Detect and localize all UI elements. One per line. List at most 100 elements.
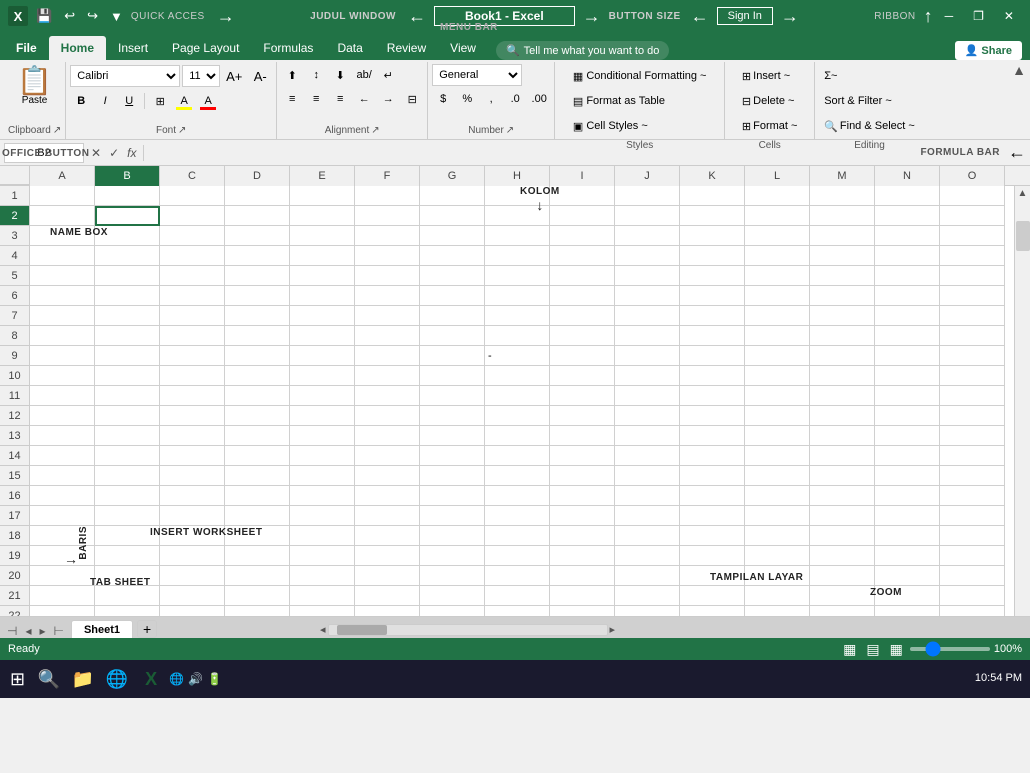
cell-E5[interactable]	[290, 266, 355, 286]
cell-D21[interactable]	[225, 586, 290, 606]
cell-D20[interactable]	[225, 566, 290, 586]
cell-F10[interactable]	[355, 366, 420, 386]
cell-H9[interactable]: -	[485, 346, 550, 366]
font-expand-btn[interactable]: ↗	[178, 125, 186, 136]
cell-F12[interactable]	[355, 406, 420, 426]
cell-I6[interactable]	[550, 286, 615, 306]
cell-M6[interactable]	[810, 286, 875, 306]
cell-D17[interactable]	[225, 506, 290, 526]
cell-L9[interactable]	[745, 346, 810, 366]
cell-I22[interactable]	[550, 606, 615, 616]
cell-N19[interactable]	[875, 546, 940, 566]
cell-J4[interactable]	[615, 246, 680, 266]
cell-E16[interactable]	[290, 486, 355, 506]
cell-H18[interactable]	[485, 526, 550, 546]
cell-M20[interactable]	[810, 566, 875, 586]
cell-B7[interactable]	[95, 306, 160, 326]
cell-H17[interactable]	[485, 506, 550, 526]
cell-M9[interactable]	[810, 346, 875, 366]
cell-H6[interactable]	[485, 286, 550, 306]
cell-D5[interactable]	[225, 266, 290, 286]
cell-D3[interactable]	[225, 226, 290, 246]
tab-next-button[interactable]: ▸	[36, 624, 48, 638]
col-header-F[interactable]: F	[355, 166, 420, 186]
col-header-G[interactable]: G	[420, 166, 485, 186]
restore-button[interactable]: ❐	[965, 7, 992, 25]
cell-D7[interactable]	[225, 306, 290, 326]
cell-G14[interactable]	[420, 446, 485, 466]
cell-A22[interactable]	[30, 606, 95, 616]
cell-H7[interactable]	[485, 306, 550, 326]
col-header-M[interactable]: M	[810, 166, 875, 186]
cell-A4[interactable]	[30, 246, 95, 266]
cell-A12[interactable]	[30, 406, 95, 426]
cell-J11[interactable]	[615, 386, 680, 406]
page-layout-view-button[interactable]: ▤	[863, 641, 882, 658]
cell-C1[interactable]	[160, 186, 225, 206]
cell-H10[interactable]	[485, 366, 550, 386]
close-button[interactable]: ✕	[996, 7, 1022, 25]
cell-E21[interactable]	[290, 586, 355, 606]
cell-A9[interactable]	[30, 346, 95, 366]
cell-D12[interactable]	[225, 406, 290, 426]
row-header-8[interactable]: 8	[0, 326, 29, 346]
cell-B16[interactable]	[95, 486, 160, 506]
cell-L2[interactable]	[745, 206, 810, 226]
col-header-J[interactable]: J	[615, 166, 680, 186]
cell-I20[interactable]	[550, 566, 615, 586]
cell-K15[interactable]	[680, 466, 745, 486]
cell-L7[interactable]	[745, 306, 810, 326]
tab-page-layout[interactable]: Page Layout	[160, 36, 251, 60]
cell-B5[interactable]	[95, 266, 160, 286]
cell-E12[interactable]	[290, 406, 355, 426]
zoom-slider[interactable]	[910, 647, 990, 651]
cell-F19[interactable]	[355, 546, 420, 566]
start-button[interactable]: ⊞	[4, 669, 31, 690]
row-header-10[interactable]: 10	[0, 366, 29, 386]
cell-D6[interactable]	[225, 286, 290, 306]
cell-K20[interactable]	[680, 566, 745, 586]
cell-C2[interactable]	[160, 206, 225, 226]
cell-I1[interactable]	[550, 186, 615, 206]
row-header-11[interactable]: 11	[0, 386, 29, 406]
cell-F6[interactable]	[355, 286, 420, 306]
col-header-C[interactable]: C	[160, 166, 225, 186]
row-header-6[interactable]: 6	[0, 286, 29, 306]
cell-E3[interactable]	[290, 226, 355, 246]
cell-D22[interactable]	[225, 606, 290, 616]
cell-N22[interactable]	[875, 606, 940, 616]
cell-G12[interactable]	[420, 406, 485, 426]
add-sheet-button[interactable]: +	[137, 620, 157, 638]
cell-J2[interactable]	[615, 206, 680, 226]
cell-I3[interactable]	[550, 226, 615, 246]
cell-J6[interactable]	[615, 286, 680, 306]
cell-G17[interactable]	[420, 506, 485, 526]
h-scroll-left-button[interactable]: ◂	[320, 623, 326, 636]
signin-button[interactable]: Sign In	[717, 7, 773, 25]
alignment-expand-btn[interactable]: ↗	[371, 125, 379, 136]
borders-button[interactable]: ⊞	[149, 90, 171, 112]
cell-O10[interactable]	[940, 366, 1005, 386]
cell-O16[interactable]	[940, 486, 1005, 506]
comma-button[interactable]: ,	[480, 88, 502, 110]
cell-O13[interactable]	[940, 426, 1005, 446]
cell-G22[interactable]	[420, 606, 485, 616]
cell-D2[interactable]	[225, 206, 290, 226]
cell-G1[interactable]	[420, 186, 485, 206]
share-button[interactable]: 👤 Share	[955, 41, 1022, 60]
cell-G8[interactable]	[420, 326, 485, 346]
number-format-select[interactable]: General	[432, 64, 522, 86]
undo-qat-button[interactable]: ↩	[60, 6, 79, 26]
cell-H14[interactable]	[485, 446, 550, 466]
cell-D13[interactable]	[225, 426, 290, 446]
cell-N6[interactable]	[875, 286, 940, 306]
cell-C9[interactable]	[160, 346, 225, 366]
cell-M11[interactable]	[810, 386, 875, 406]
cell-L15[interactable]	[745, 466, 810, 486]
cell-E15[interactable]	[290, 466, 355, 486]
cell-N10[interactable]	[875, 366, 940, 386]
cell-A2[interactable]	[30, 206, 95, 226]
cell-M2[interactable]	[810, 206, 875, 226]
cell-K14[interactable]	[680, 446, 745, 466]
cell-B6[interactable]	[95, 286, 160, 306]
